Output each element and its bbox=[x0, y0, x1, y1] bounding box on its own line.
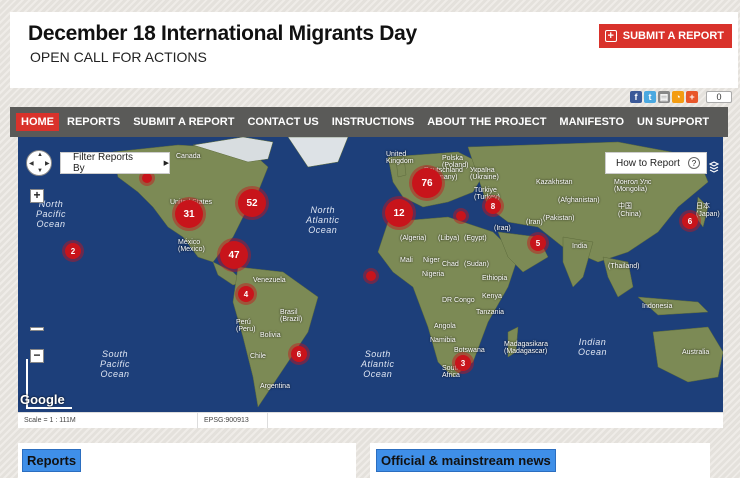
facebook-icon[interactable]: f bbox=[630, 91, 642, 103]
report-cluster[interactable]: 47 bbox=[220, 241, 248, 269]
place-label: Chad bbox=[442, 261, 459, 268]
report-marker[interactable] bbox=[456, 211, 466, 221]
report-marker[interactable] bbox=[366, 271, 376, 281]
report-marker[interactable] bbox=[142, 173, 152, 183]
place-label: (Algeria) bbox=[400, 235, 427, 242]
nav-about-project[interactable]: ABOUT THE PROJECT bbox=[422, 113, 551, 131]
place-label: Kazakhstan bbox=[536, 179, 573, 186]
zoom-slider-handle[interactable] bbox=[30, 327, 44, 331]
place-label: Madagasikara (Madagascar) bbox=[504, 341, 548, 355]
place-label: México (Mexico) bbox=[178, 239, 205, 253]
social-share-bar: f t ▤ ◔ + 0 bbox=[630, 91, 732, 103]
site-title: December 18 International Migrants Day bbox=[28, 22, 417, 45]
filter-reports-button[interactable]: Filter Reports By ▶ bbox=[60, 152, 170, 174]
report-cluster[interactable]: 8 bbox=[485, 198, 501, 214]
main-nav: HOME REPORTS SUBMIT A REPORT CONTACT US … bbox=[10, 107, 728, 137]
reports-panel-title: Reports bbox=[22, 449, 82, 472]
twitter-icon[interactable]: t bbox=[644, 91, 656, 103]
filter-reports-label: Filter Reports By bbox=[73, 152, 134, 174]
map-footer: Scale = 1 : 111M EPSG:900913 bbox=[18, 412, 723, 428]
place-label: Brasil (Brazil) bbox=[280, 309, 303, 323]
place-label: Bolivia bbox=[260, 332, 281, 339]
place-label: Tanzania bbox=[476, 309, 505, 316]
place-label: Indonesia bbox=[642, 303, 673, 310]
report-cluster[interactable]: 6 bbox=[682, 213, 698, 229]
news-panel-title: Official & mainstream news bbox=[376, 449, 556, 472]
map-pan-control[interactable]: ▲ ▼ ◀ ▶ bbox=[26, 150, 52, 176]
place-label: (Sudan) bbox=[464, 261, 489, 268]
place-label: (Thailand) bbox=[608, 263, 640, 270]
map-scale-text: Scale = 1 : 111M bbox=[18, 413, 198, 428]
world-map[interactable]: North Pacific Ocean North Atlantic Ocean Sou… bbox=[18, 137, 723, 412]
layers-icon[interactable] bbox=[709, 161, 719, 173]
nav-reports[interactable]: REPORTS bbox=[62, 113, 125, 131]
place-label: (Libya) bbox=[438, 235, 460, 242]
report-cluster[interactable]: 5 bbox=[530, 235, 546, 251]
place-label: Australia bbox=[682, 349, 710, 356]
ocean-label-south-atlantic: South Atlantic Ocean bbox=[361, 349, 395, 379]
help-icon: ? bbox=[687, 157, 700, 169]
place-label: Ethiopia bbox=[482, 275, 508, 282]
place-label: Venezuela bbox=[253, 277, 286, 284]
submit-report-button[interactable]: + SUBMIT A REPORT bbox=[598, 24, 732, 48]
place-label: Canada bbox=[176, 153, 201, 160]
place-label: (Afghanistan) bbox=[558, 197, 600, 204]
place-label: Angola bbox=[434, 323, 456, 330]
place-label: India bbox=[572, 243, 588, 250]
reports-panel: Reports bbox=[18, 443, 356, 478]
place-label: Niger bbox=[423, 257, 440, 264]
place-label: (Iraq) bbox=[494, 225, 511, 232]
report-cluster[interactable]: 12 bbox=[385, 199, 413, 227]
place-label: Argentina bbox=[260, 383, 290, 390]
place-label: Mali bbox=[400, 257, 413, 264]
site-subtitle: OPEN CALL FOR ACTIONS bbox=[30, 49, 207, 65]
place-label: (Iran) bbox=[526, 219, 543, 226]
place-label: Botswana bbox=[454, 347, 485, 354]
rss-icon[interactable]: ◔ bbox=[672, 91, 684, 103]
place-label: 日本 (Japan) bbox=[696, 203, 720, 218]
place-label: 中国 (China) bbox=[618, 203, 641, 218]
share-plus-icon[interactable]: + bbox=[686, 91, 698, 103]
place-label: Chile bbox=[250, 353, 266, 360]
place-label: (Pakistan) bbox=[543, 215, 575, 222]
ocean-label-south-pacific: South Pacific Ocean bbox=[100, 349, 131, 379]
how-to-report-button[interactable]: How to Report ? bbox=[605, 152, 707, 174]
zoom-in-button[interactable]: + bbox=[30, 189, 44, 203]
ocean-label-north-pacific: North Pacific Ocean bbox=[36, 199, 67, 229]
map-projection-text: EPSG:900913 bbox=[198, 413, 268, 428]
site-header: December 18 International Migrants Day O… bbox=[10, 12, 738, 88]
google-logo: Google bbox=[20, 392, 65, 407]
report-cluster[interactable]: 6 bbox=[291, 346, 307, 362]
place-label: Україна (Ukraine) bbox=[470, 167, 499, 181]
nav-instructions[interactable]: INSTRUCTIONS bbox=[327, 113, 420, 131]
place-label: Nigeria bbox=[422, 271, 445, 278]
ocean-label-indian: Indian Ocean bbox=[578, 337, 608, 357]
place-label: Kenya bbox=[482, 293, 502, 300]
nav-home[interactable]: HOME bbox=[16, 113, 59, 131]
share-count: 0 bbox=[706, 91, 732, 103]
nav-manifesto[interactable]: MANIFESTO bbox=[554, 113, 629, 131]
report-cluster[interactable]: 31 bbox=[175, 200, 203, 228]
nav-un-support[interactable]: UN SUPPORT bbox=[632, 113, 714, 131]
nav-contact-us[interactable]: CONTACT US bbox=[242, 113, 323, 131]
place-label: United Kingdom bbox=[386, 151, 414, 165]
place-label: Namibia bbox=[430, 337, 456, 344]
print-icon[interactable]: ▤ bbox=[658, 91, 670, 103]
place-label: (Egypt) bbox=[464, 235, 487, 242]
place-label: DR Congo bbox=[442, 297, 475, 304]
news-panel: Official & mainstream news bbox=[370, 443, 710, 478]
report-cluster[interactable]: 76 bbox=[412, 168, 442, 198]
caret-right-icon: ▶ bbox=[163, 160, 169, 167]
report-cluster[interactable]: 4 bbox=[238, 286, 254, 302]
nav-submit-report[interactable]: SUBMIT A REPORT bbox=[128, 113, 239, 131]
place-label: Perú (Peru) bbox=[236, 319, 256, 333]
plus-icon: + bbox=[604, 30, 617, 42]
report-cluster[interactable]: 2 bbox=[65, 243, 81, 259]
submit-report-label: SUBMIT A REPORT bbox=[622, 30, 724, 42]
ocean-label-north-atlantic: North Atlantic Ocean bbox=[306, 205, 340, 235]
report-cluster[interactable]: 3 bbox=[455, 355, 471, 371]
place-label: Монгол Улс (Mongolia) bbox=[614, 179, 652, 193]
how-to-report-label: How to Report bbox=[616, 157, 680, 169]
report-cluster[interactable]: 52 bbox=[238, 189, 266, 217]
